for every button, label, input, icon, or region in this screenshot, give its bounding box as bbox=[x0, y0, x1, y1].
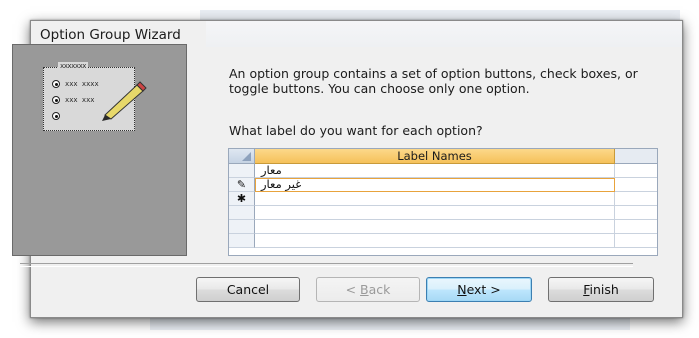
grid-empty-cell bbox=[615, 192, 657, 206]
finish-button[interactable]: Finish bbox=[548, 277, 654, 302]
intro-text: An option group contains a set of option… bbox=[229, 66, 638, 96]
column-header-label-names: Label Names bbox=[255, 149, 615, 164]
grid-empty-cell bbox=[615, 234, 657, 248]
radio-icon bbox=[52, 112, 60, 120]
row-selector bbox=[229, 220, 255, 234]
background-bottom-strip bbox=[150, 318, 630, 330]
next-label-mnemonic: N bbox=[457, 282, 467, 297]
illustration-option-label: xxx xxx bbox=[65, 96, 95, 104]
illustration-option-row bbox=[52, 111, 65, 121]
next-button[interactable]: Next > bbox=[426, 277, 532, 302]
illustration-option-label: xxx xxxx bbox=[65, 80, 99, 88]
row-selector-editing[interactable]: ✎ bbox=[229, 178, 255, 192]
illustration-option-row: xxx xxxx bbox=[52, 79, 99, 89]
illustration-option-row: xxx xxx bbox=[52, 95, 95, 105]
back-label-prefix: < bbox=[345, 282, 361, 297]
button-separator bbox=[20, 263, 633, 267]
next-label-rest: ext > bbox=[466, 282, 501, 297]
label-cell-empty bbox=[255, 234, 615, 248]
cancel-button[interactable]: Cancel bbox=[196, 277, 300, 302]
label-cell[interactable]: معار bbox=[255, 164, 615, 178]
dialog-title: Option Group Wizard bbox=[40, 27, 181, 43]
select-all-corner[interactable] bbox=[229, 149, 255, 164]
grid-empty-cell bbox=[615, 164, 657, 178]
row-selector bbox=[229, 234, 255, 248]
grid-empty-cell bbox=[615, 178, 657, 192]
back-label-mnemonic: B bbox=[360, 282, 369, 297]
empty-column-header bbox=[615, 149, 657, 164]
grid-empty-cell bbox=[615, 206, 657, 220]
illustration-frame-title: xxxxxxx bbox=[58, 62, 89, 70]
label-names-grid[interactable]: Label Names معار ✎ غير معار ✱ bbox=[228, 148, 658, 256]
back-button[interactable]: < Back bbox=[316, 277, 420, 302]
grid-empty-cell bbox=[615, 220, 657, 234]
label-cell-empty bbox=[255, 206, 615, 220]
label-cell-active[interactable]: غير معار bbox=[255, 178, 615, 192]
radio-icon bbox=[52, 80, 60, 88]
finish-label-rest: inish bbox=[589, 282, 619, 297]
radio-icon bbox=[52, 96, 60, 104]
label-question: What label do you want for each option? bbox=[229, 123, 483, 138]
back-label-rest: ack bbox=[368, 282, 391, 297]
row-selector-new[interactable]: ✱ bbox=[229, 192, 255, 206]
row-selector[interactable] bbox=[229, 164, 255, 178]
pencil-icon bbox=[102, 81, 147, 121]
label-cell-empty bbox=[255, 220, 615, 234]
wizard-illustration: xxxxxxx xxx xxxx xxx xxx bbox=[12, 44, 187, 256]
row-selector bbox=[229, 206, 255, 220]
titlebar bbox=[206, 21, 682, 47]
label-cell-new[interactable] bbox=[255, 192, 615, 206]
